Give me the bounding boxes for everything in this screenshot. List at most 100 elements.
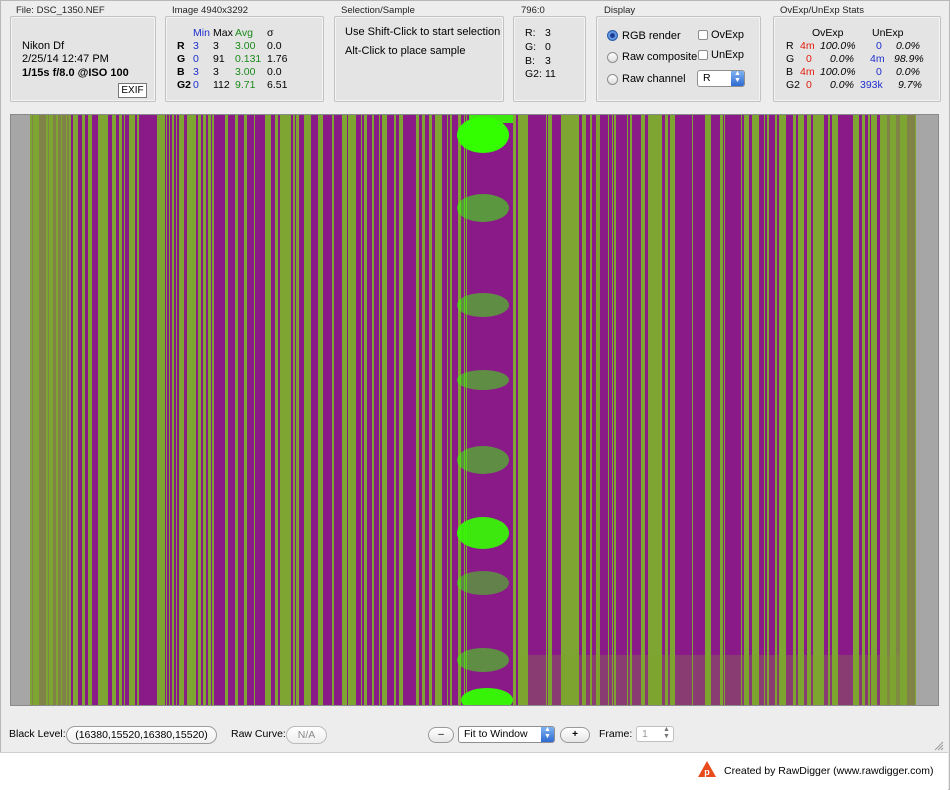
unexp-checkbox[interactable] bbox=[698, 50, 708, 60]
stats-b-ov-count: 4m bbox=[800, 66, 815, 78]
ovexp-checkbox[interactable] bbox=[698, 30, 708, 40]
row-b-min: 3 bbox=[193, 66, 199, 78]
row-g-max: 91 bbox=[213, 53, 225, 65]
raw-curve-value: N/A bbox=[286, 726, 327, 744]
black-level-label: Black Level: bbox=[9, 728, 66, 740]
row-r-label: R bbox=[177, 40, 185, 52]
raw-image-canvas[interactable] bbox=[11, 115, 938, 705]
sample-g-label: G: bbox=[525, 41, 537, 53]
sample-g2-value: 11 bbox=[545, 68, 556, 80]
rgb-render-radio[interactable] bbox=[607, 30, 618, 41]
header-sigma: σ bbox=[267, 27, 274, 39]
footer-credit[interactable]: Created by RawDigger (www.rawdigger.com) bbox=[724, 765, 934, 777]
selection-panel-title: Selection/Sample bbox=[341, 5, 415, 16]
sample-g2-label: G2: bbox=[525, 68, 542, 80]
row-b-max: 3 bbox=[213, 66, 219, 78]
sample-r-value: 3 bbox=[545, 27, 551, 39]
row-g-label: G bbox=[177, 53, 186, 65]
capture-date: 2/25/14 12:47 PM bbox=[22, 53, 109, 65]
row-g2-label: G2 bbox=[177, 79, 192, 91]
image-panel-title: Image 4940x3292 bbox=[172, 5, 249, 16]
zoom-select[interactable]: Fit to Window ▲ ▼ bbox=[458, 726, 555, 743]
file-panel-title: File: DSC_1350.NEF bbox=[16, 5, 105, 16]
stats-g-un-pct: 98.9% bbox=[894, 53, 924, 65]
row-b-label: B bbox=[177, 66, 185, 78]
exposure-info: 1/15s f/8.0 @ISO 100 bbox=[22, 67, 129, 79]
exif-button[interactable]: EXIF bbox=[118, 83, 147, 98]
row-g-avg: 0.131 bbox=[235, 53, 262, 65]
sample-hint: Alt-Click to place sample bbox=[345, 45, 466, 57]
stats-g2-un-count: 393k bbox=[860, 79, 883, 91]
header-max: Max bbox=[213, 27, 233, 39]
stats-g-un-count: 4m bbox=[870, 53, 885, 65]
stats-panel-title: OvExp/UnExp Stats bbox=[780, 5, 864, 16]
zoom-select-value: Fit to Window bbox=[464, 728, 528, 740]
row-b-sigma: 0.0 bbox=[267, 66, 282, 78]
row-r-avg: 3.00 bbox=[235, 40, 256, 52]
stats-b-label: B bbox=[786, 66, 794, 78]
sample-r-label: R: bbox=[525, 27, 536, 39]
display-panel: RGB render Raw composite Raw channel OvE… bbox=[596, 16, 761, 102]
sample-b-value: 3 bbox=[545, 55, 551, 67]
row-g-sigma: 1.76 bbox=[267, 53, 288, 65]
sample-b-label: B: bbox=[525, 55, 535, 67]
sample-values-panel: R: 3 G: 0 B: 3 G2: 11 bbox=[513, 16, 586, 102]
row-g2-max: 112 bbox=[213, 79, 230, 91]
raw-channel-radio[interactable] bbox=[607, 74, 618, 85]
stats-g-ov-pct: 0.0% bbox=[830, 53, 854, 65]
raw-channel-label[interactable]: Raw channel bbox=[622, 73, 686, 85]
resize-grip-icon[interactable] bbox=[934, 741, 944, 751]
stats-g2-ov-count: 0 bbox=[806, 79, 812, 91]
sample-panel-title: 796:0 bbox=[521, 5, 545, 16]
stats-b-ov-pct: 100.0% bbox=[820, 66, 856, 78]
zoom-in-button[interactable]: + bbox=[560, 727, 590, 743]
row-r-max: 3 bbox=[213, 40, 219, 52]
zoom-out-button[interactable]: – bbox=[428, 727, 454, 743]
raw-composite-label[interactable]: Raw composite bbox=[622, 51, 697, 63]
ovexp-label[interactable]: OvExp bbox=[711, 29, 744, 41]
file-panel: Nikon Df 2/25/14 12:47 PM 1/15s f/8.0 @I… bbox=[10, 16, 156, 102]
display-panel-title: Display bbox=[604, 5, 636, 16]
frame-label: Frame: bbox=[599, 728, 633, 740]
channel-select-value: R bbox=[703, 72, 711, 84]
frame-select[interactable]: 1 ▲ ▼ bbox=[636, 726, 674, 742]
stats-r-ov-count: 4m bbox=[800, 40, 815, 52]
row-g2-avg: 9.71 bbox=[235, 79, 256, 91]
sample-g-value: 0 bbox=[545, 41, 551, 53]
raw-image-view[interactable] bbox=[10, 114, 939, 706]
stats-header-ovexp: OvExp bbox=[812, 27, 844, 39]
header-avg: Avg bbox=[235, 27, 253, 39]
selection-hint: Use Shift-Click to start selection bbox=[345, 26, 501, 38]
stats-g2-ov-pct: 0.0% bbox=[830, 79, 854, 91]
row-r-min: 3 bbox=[193, 40, 199, 52]
frame-select-arrows-icon: ▲ ▼ bbox=[663, 726, 670, 740]
stats-g-ov-count: 0 bbox=[806, 53, 812, 65]
stats-g2-un-pct: 9.7% bbox=[898, 79, 922, 91]
stats-g-label: G bbox=[786, 53, 795, 65]
stats-r-ov-pct: 100.0% bbox=[820, 40, 856, 52]
row-g-min: 0 bbox=[193, 53, 199, 65]
row-b-avg: 3.00 bbox=[235, 66, 256, 78]
select-arrows-icon: ▲ ▼ bbox=[734, 70, 741, 84]
stats-b-un-count: 0 bbox=[876, 66, 882, 78]
stats-header-unexp: UnExp bbox=[872, 27, 904, 39]
unexp-label[interactable]: UnExp bbox=[711, 49, 744, 61]
rawdigger-logo-icon: p bbox=[698, 761, 716, 777]
stats-panel: OvExp UnExp R 4m 100.0% 0 0.0% G 0 0.0% … bbox=[773, 16, 941, 102]
row-g2-min: 0 bbox=[193, 79, 199, 91]
frame-select-value: 1 bbox=[642, 728, 648, 740]
stats-r-un-pct: 0.0% bbox=[896, 40, 920, 52]
image-stats-panel: Min Max Avg σ R 3 3 3.00 0.0 G 0 91 0.13… bbox=[165, 16, 324, 102]
stats-r-label: R bbox=[786, 40, 794, 52]
raw-composite-radio[interactable] bbox=[607, 52, 618, 63]
camera-model: Nikon Df bbox=[22, 40, 65, 52]
stats-b-un-pct: 0.0% bbox=[896, 66, 920, 78]
svg-text:p: p bbox=[704, 767, 710, 777]
zoom-select-arrows-icon: ▲ ▼ bbox=[544, 726, 551, 740]
header-min: Min bbox=[193, 27, 210, 39]
rgb-render-label[interactable]: RGB render bbox=[622, 30, 681, 42]
channel-select[interactable]: R ▲ ▼ bbox=[697, 70, 745, 87]
stats-r-un-count: 0 bbox=[876, 40, 882, 52]
row-r-sigma: 0.0 bbox=[267, 40, 282, 52]
stats-g2-label: G2 bbox=[786, 79, 801, 91]
